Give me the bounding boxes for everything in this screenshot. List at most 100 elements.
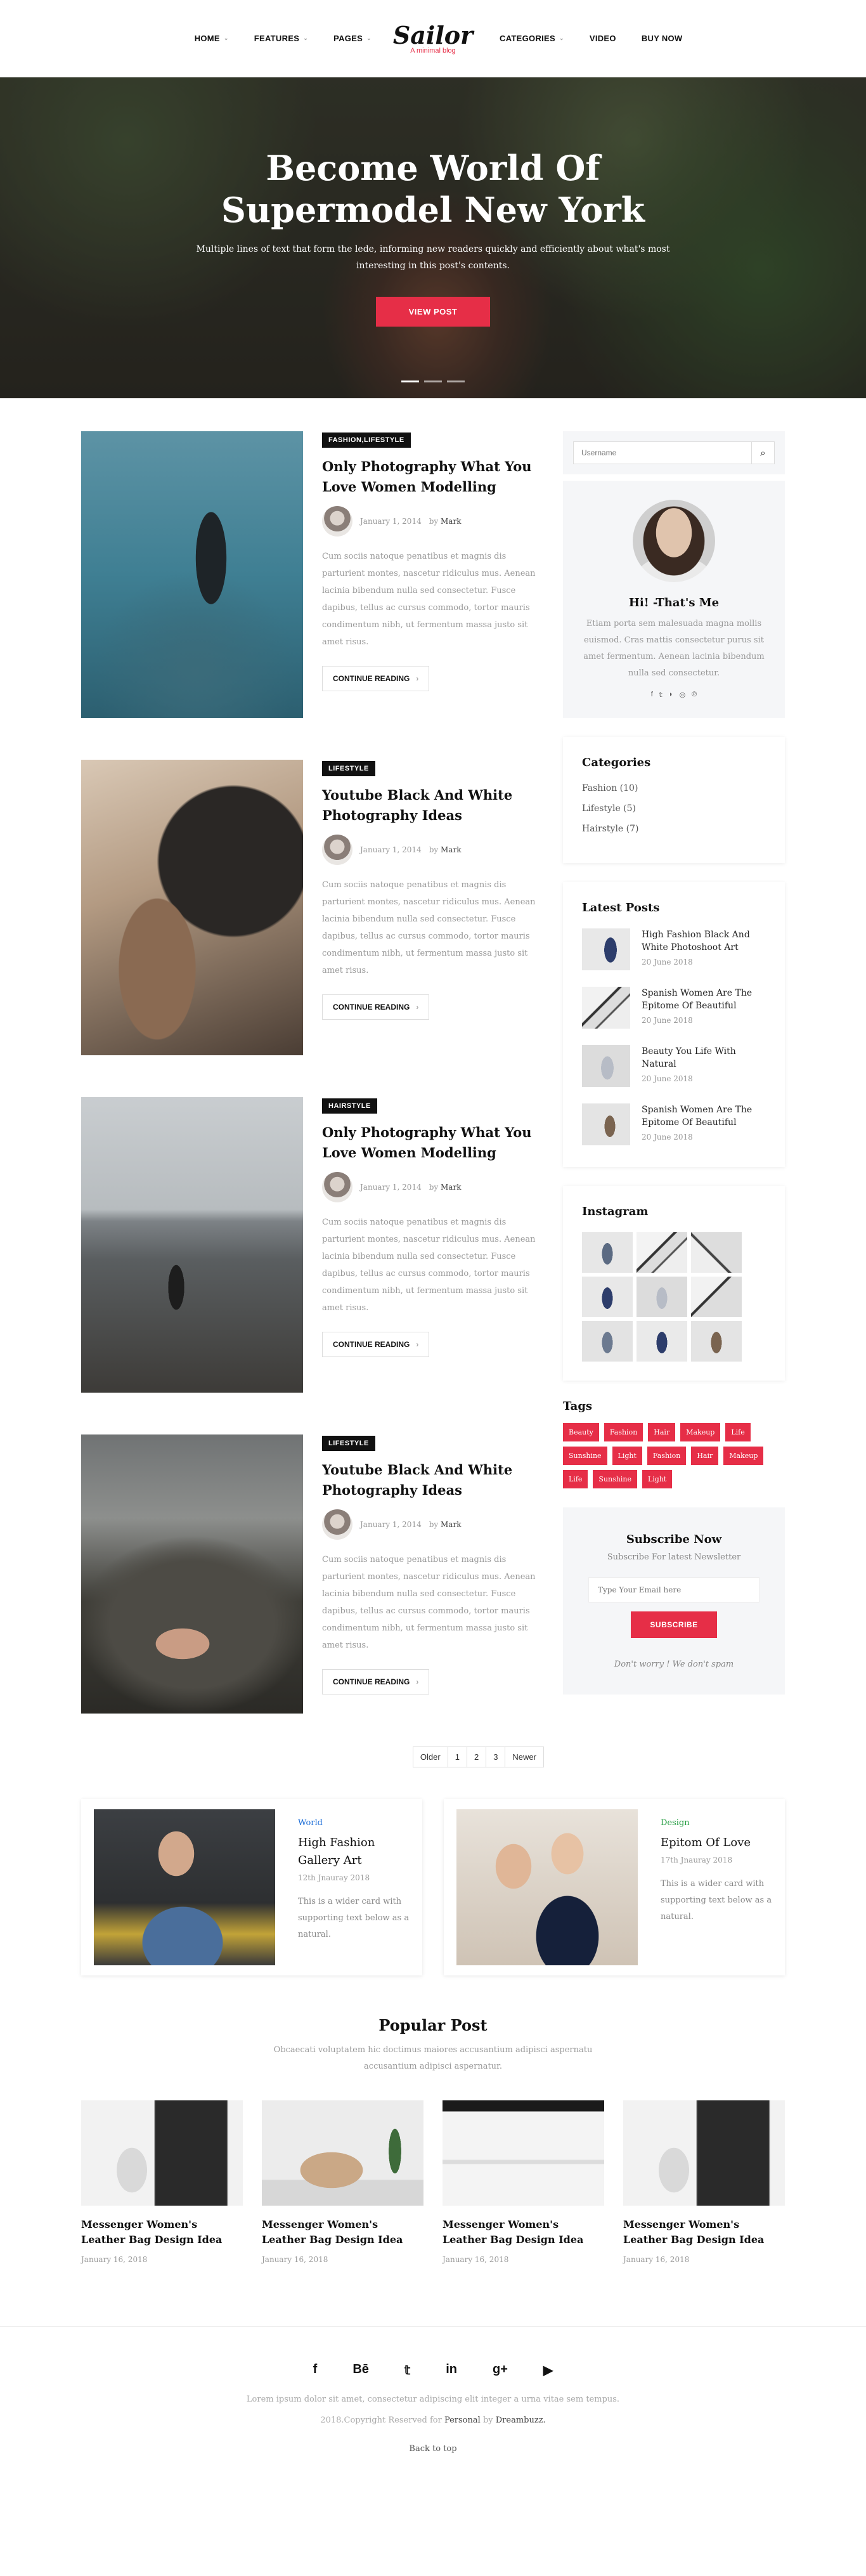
- nav-buy-now[interactable]: BUY NOW: [629, 34, 695, 43]
- popular-item[interactable]: Messenger Women's Leather Bag Design Ide…: [623, 2100, 785, 2264]
- continue-reading-button[interactable]: CONTINUE READING ›: [322, 994, 430, 1020]
- tag[interactable]: Hair: [691, 1447, 719, 1465]
- back-to-top-link[interactable]: Back to top: [0, 2444, 866, 2454]
- view-post-button[interactable]: VIEW POST: [375, 297, 491, 327]
- facebook-icon[interactable]: f: [651, 691, 653, 699]
- category-link[interactable]: Fashion (10): [582, 783, 766, 793]
- latest-post[interactable]: High Fashion Black And White Photoshoot …: [582, 928, 766, 970]
- tag[interactable]: Life: [563, 1470, 588, 1488]
- pager-page[interactable]: 2: [466, 1747, 487, 1767]
- tag[interactable]: Beauty: [563, 1423, 599, 1441]
- post-title[interactable]: Youtube Black And White Photography Idea…: [322, 785, 544, 826]
- nav-features[interactable]: FEATURES ⌄: [242, 34, 321, 43]
- slider-dot[interactable]: [401, 381, 419, 382]
- author-avatar: [322, 1172, 352, 1202]
- feature-card[interactable]: World High Fashion Gallery Art 12th Jnau…: [81, 1799, 422, 1975]
- post-title[interactable]: Only Photography What You Love Women Mod…: [322, 457, 544, 497]
- post-author[interactable]: Mark: [441, 517, 461, 526]
- latest-post[interactable]: Spanish Women Are The Epitome Of Beautif…: [582, 1103, 766, 1145]
- nav-pages[interactable]: PAGES ⌄: [321, 34, 384, 43]
- pager-older[interactable]: Older: [412, 1747, 448, 1767]
- post-list: FASHION,LIFESTYLE Only Photography What …: [81, 431, 544, 1767]
- instagram-photo[interactable]: [691, 1277, 742, 1317]
- tag[interactable]: Light: [612, 1447, 642, 1465]
- google-plus-icon[interactable]: g+: [493, 2362, 508, 2378]
- category-link[interactable]: Hairstyle (7): [582, 824, 766, 834]
- slider-dot[interactable]: [424, 381, 442, 382]
- continue-reading-button[interactable]: CONTINUE READING ›: [322, 1332, 430, 1357]
- latest-post[interactable]: Spanish Women Are The Epitome Of Beautif…: [582, 987, 766, 1029]
- instagram-photo[interactable]: [637, 1277, 687, 1317]
- post-title[interactable]: Only Photography What You Love Women Mod…: [322, 1122, 544, 1163]
- chevron-right-icon: ›: [416, 1003, 419, 1012]
- latest-post[interactable]: Beauty You Life With Natural 20 June 2018: [582, 1045, 766, 1087]
- tag[interactable]: Fashion: [647, 1447, 687, 1465]
- facebook-icon[interactable]: f: [313, 2362, 318, 2378]
- search-input[interactable]: [574, 442, 751, 464]
- tag[interactable]: Sunshine: [593, 1470, 637, 1488]
- tag[interactable]: Life: [725, 1423, 751, 1441]
- nav-categories[interactable]: CATEGORIES ⌄: [487, 34, 577, 43]
- email-field[interactable]: [588, 1577, 759, 1603]
- continue-reading-button[interactable]: CONTINUE READING ›: [322, 666, 430, 691]
- post-excerpt: Cum sociis natoque penatibus et magnis d…: [322, 552, 536, 647]
- tag[interactable]: Hair: [648, 1423, 676, 1441]
- post-category-badge[interactable]: HAIRSTYLE: [322, 1098, 377, 1114]
- widget-title: Latest Posts: [582, 901, 660, 914]
- popular-item[interactable]: Messenger Women's Leather Bag Design Ide…: [443, 2100, 604, 2264]
- post-image[interactable]: [81, 431, 303, 718]
- post-image[interactable]: [81, 760, 303, 1055]
- tag[interactable]: Sunshine: [563, 1447, 607, 1465]
- post-title[interactable]: Youtube Black And White Photography Idea…: [322, 1460, 544, 1500]
- widget-title: Subscribe Now: [626, 1533, 722, 1546]
- instagram-photo[interactable]: [691, 1232, 742, 1273]
- search-icon[interactable]: ⌕: [751, 442, 774, 464]
- instagram-photo[interactable]: [582, 1232, 633, 1273]
- tag[interactable]: Light: [642, 1470, 673, 1488]
- nav-video[interactable]: VIDEO: [577, 34, 629, 43]
- youtube-icon[interactable]: ▶: [543, 2362, 553, 2378]
- instagram-photo[interactable]: [582, 1321, 633, 1362]
- instagram-photo[interactable]: [582, 1277, 633, 1317]
- linkedin-icon[interactable]: in: [446, 2362, 457, 2378]
- copyright-link[interactable]: Personal: [444, 2416, 481, 2425]
- instagram-icon[interactable]: ◎: [680, 691, 686, 699]
- chevron-right-icon: ›: [416, 1340, 419, 1349]
- nav-home[interactable]: HOME ⌄: [182, 34, 242, 43]
- instagram-photo[interactable]: [637, 1232, 687, 1273]
- feature-category[interactable]: World: [298, 1818, 410, 1828]
- pager-newer[interactable]: Newer: [505, 1747, 544, 1767]
- tag[interactable]: Makeup: [680, 1423, 721, 1441]
- slider-dot[interactable]: [447, 381, 465, 382]
- instagram-photo[interactable]: [691, 1321, 742, 1362]
- tag[interactable]: Fashion: [604, 1423, 643, 1441]
- post-image[interactable]: [81, 1434, 303, 1714]
- post-category-badge[interactable]: FASHION,LIFESTYLE: [322, 433, 411, 448]
- latest-post-date: 20 June 2018: [642, 958, 693, 966]
- post-author[interactable]: Mark: [441, 845, 461, 854]
- popular-item[interactable]: Messenger Women's Leather Bag Design Ide…: [262, 2100, 423, 2264]
- pinterest-icon[interactable]: ℗: [692, 691, 697, 699]
- popular-date: January 16, 2018: [443, 2255, 509, 2264]
- tag[interactable]: Makeup: [723, 1447, 764, 1465]
- twitter-icon[interactable]: 𝕥: [659, 691, 662, 699]
- behance-icon[interactable]: Bē: [352, 2362, 369, 2378]
- post-image[interactable]: [81, 1097, 303, 1393]
- rss-icon[interactable]: ◗: [669, 691, 673, 699]
- subscribe-button[interactable]: SUBSCRIBE: [631, 1611, 717, 1638]
- twitter-icon[interactable]: 𝕥: [404, 2362, 410, 2378]
- post-author[interactable]: Mark: [441, 1183, 461, 1192]
- post-category-badge[interactable]: LIFESTYLE: [322, 1436, 375, 1451]
- popular-item[interactable]: Messenger Women's Leather Bag Design Ide…: [81, 2100, 243, 2264]
- post-category-badge[interactable]: LIFESTYLE: [322, 761, 375, 776]
- instagram-photo[interactable]: [637, 1321, 687, 1362]
- feature-category[interactable]: Design: [661, 1818, 772, 1828]
- category-link[interactable]: Lifestyle (5): [582, 803, 766, 814]
- copyright-author-link[interactable]: Dreambuzz.: [496, 2416, 546, 2425]
- site-logo[interactable]: Sailor A minimal blog: [393, 22, 473, 55]
- pager-page[interactable]: 3: [486, 1747, 506, 1767]
- pager-page[interactable]: 1: [447, 1747, 467, 1767]
- post-author[interactable]: Mark: [441, 1520, 461, 1529]
- continue-reading-button[interactable]: CONTINUE READING ›: [322, 1669, 430, 1695]
- feature-card[interactable]: Design Epitom Of Love 17th Jnauray 2018 …: [444, 1799, 785, 1975]
